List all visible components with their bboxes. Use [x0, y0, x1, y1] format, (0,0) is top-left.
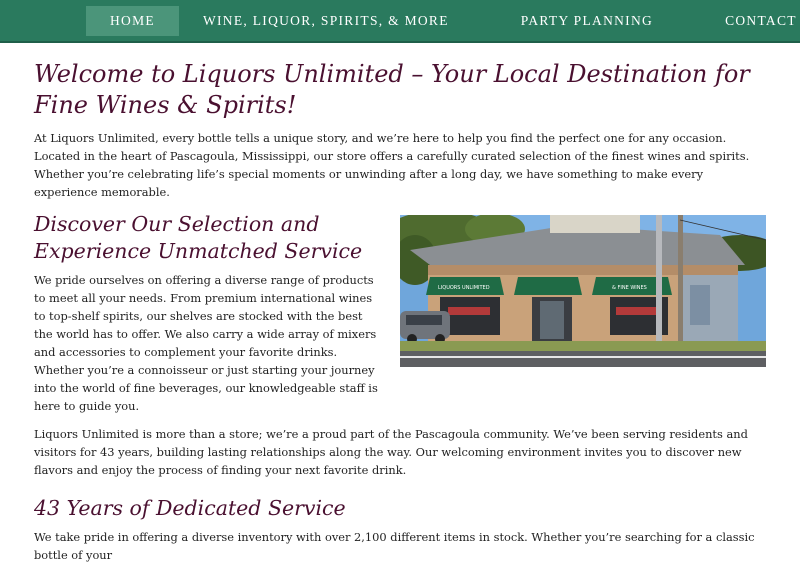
selection-paragraph: We pride ourselves on offering a diverse… [34, 273, 378, 413]
main-nav: HOME WINE, LIQUOR, SPIRITS, & MORE PARTY… [0, 0, 800, 43]
community-paragraph: Liquors Unlimited is more than a store; … [34, 427, 748, 477]
nav-party-planning[interactable]: PARTY PLANNING [497, 6, 677, 36]
main-content: Welcome to Liquors Unlimited – Your Loca… [0, 59, 800, 564]
selection-heading: Discover Our Selection and Experience Un… [34, 212, 363, 263]
nav-home[interactable]: HOME [86, 5, 179, 36]
nav-wine-liquor-spirits[interactable]: WINE, LIQUOR, SPIRITS, & MORE [179, 6, 473, 36]
intro-paragraph: At Liquors Unlimited, every bottle tells… [34, 131, 750, 199]
selection-text: Discover Our Selection and Experience Un… [34, 211, 382, 425]
service-heading: 43 Years of Dedicated Service [34, 496, 346, 520]
storefront-sign-text: LIQUORS UNLIMITED [438, 285, 490, 291]
selection-section: Discover Our Selection and Experience Un… [34, 211, 766, 425]
storefront-sign-text-right: & FINE WINES [612, 285, 647, 291]
page-title: Welcome to Liquors Unlimited – Your Loca… [34, 60, 750, 119]
service-paragraph: We take pride in offering a diverse inve… [34, 530, 755, 562]
nav-contact[interactable]: CONTACT [701, 6, 800, 36]
storefront-photo: LIQUORS UNLIMITED & FINE WINES [400, 215, 766, 367]
